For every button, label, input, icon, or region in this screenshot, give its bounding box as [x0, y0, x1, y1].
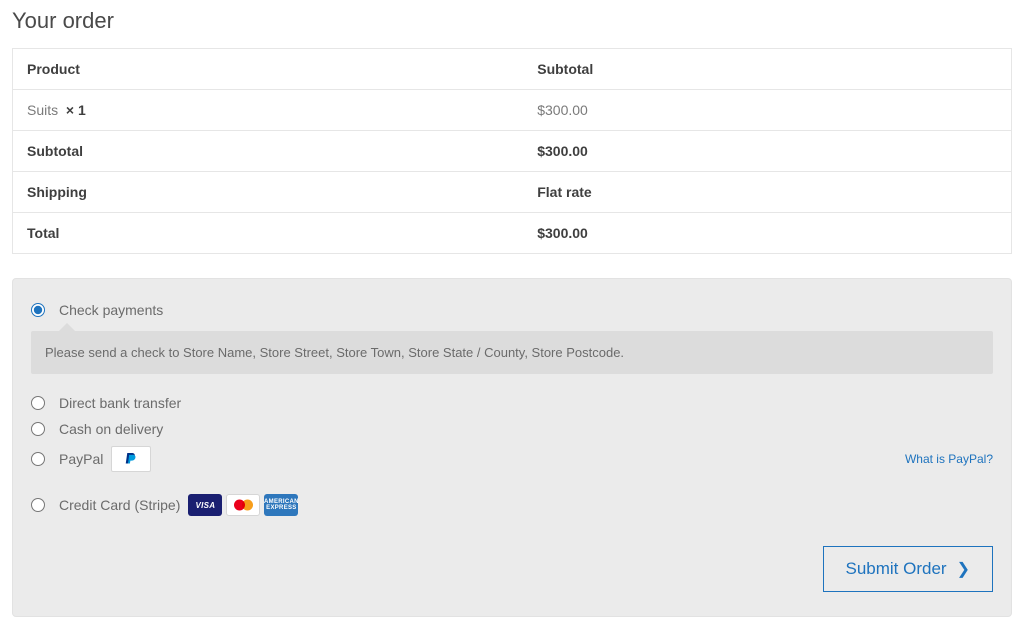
shipping-value: Flat rate	[523, 172, 1011, 213]
order-item-row: Suits × 1 $300.00	[13, 90, 1012, 131]
label-credit-card-stripe[interactable]: Credit Card (Stripe) VISA AMERICAN EXPRE…	[59, 494, 298, 516]
col-subtotal: Subtotal	[523, 49, 1011, 90]
amex-icon: AMERICAN EXPRESS	[264, 494, 298, 516]
check-payments-description: Please send a check to Store Name, Store…	[31, 331, 993, 374]
visa-icon: VISA	[188, 494, 222, 516]
radio-direct-bank-transfer[interactable]	[31, 396, 45, 410]
chevron-right-icon: ❯	[957, 559, 970, 579]
radio-credit-card-stripe[interactable]	[31, 498, 45, 512]
label-cash-on-delivery[interactable]: Cash on delivery	[59, 421, 163, 437]
label-direct-bank-transfer[interactable]: Direct bank transfer	[59, 395, 181, 411]
radio-check-payments[interactable]	[31, 303, 45, 317]
order-review-table: Product Subtotal Suits × 1 $300.00 Subto…	[12, 48, 1012, 254]
total-label: Total	[13, 213, 524, 254]
order-heading: Your order	[12, 8, 1012, 34]
subtotal-value: $300.00	[523, 131, 1011, 172]
radio-cash-on-delivery[interactable]	[31, 422, 45, 436]
item-qty: × 1	[66, 102, 86, 118]
shipping-label: Shipping	[13, 172, 524, 213]
what-is-paypal-link[interactable]: What is PayPal?	[905, 452, 993, 466]
item-subtotal: $300.00	[523, 90, 1011, 131]
label-paypal[interactable]: PayPal	[59, 446, 151, 472]
radio-paypal[interactable]	[31, 452, 45, 466]
submit-order-button[interactable]: Submit Order ❯	[823, 546, 994, 592]
total-value: $300.00	[523, 213, 1011, 254]
submit-order-label: Submit Order	[846, 559, 947, 579]
paypal-icon	[111, 446, 151, 472]
item-name: Suits	[27, 102, 58, 118]
mastercard-icon	[226, 494, 260, 516]
payment-methods-box: Check payments Please send a check to St…	[12, 278, 1012, 617]
col-product: Product	[13, 49, 524, 90]
stripe-text: Credit Card (Stripe)	[59, 497, 180, 513]
paypal-text: PayPal	[59, 451, 103, 467]
label-check-payments[interactable]: Check payments	[59, 302, 163, 318]
card-marks: VISA AMERICAN EXPRESS	[188, 494, 298, 516]
subtotal-label: Subtotal	[13, 131, 524, 172]
